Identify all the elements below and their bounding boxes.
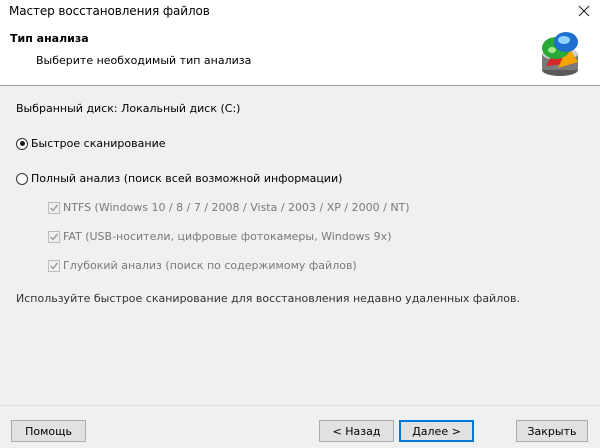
window-title: Мастер восстановления файлов [9,4,210,18]
checkbox-ntfs[interactable]: NTFS (Windows 10 / 8 / 7 / 2008 / Vista … [48,201,410,214]
title-bar: Мастер восстановления файлов [0,0,600,23]
selected-disk-label: Выбранный диск: Локальный диск (C:) [16,102,241,115]
radio-quick-scan[interactable]: Быстрое сканирование [16,137,165,150]
hint-text: Используйте быстрое сканирование для вос… [16,292,520,305]
checkmark-icon[interactable] [48,259,60,272]
checkbox-deep-analysis[interactable]: Глубокий анализ (поиск по содержимому фа… [48,259,357,272]
checkbox-label-ntfs: NTFS (Windows 10 / 8 / 7 / 2008 / Vista … [63,201,410,214]
wizard-content: Выбранный диск: Локальный диск (C:) Быст… [0,86,600,406]
page-heading: Тип анализа [10,32,89,45]
radio-full-analysis[interactable]: Полный анализ (поиск всей возможной инфо… [16,172,342,185]
close-icon[interactable] [576,3,592,19]
radio-button-selected[interactable] [16,137,28,150]
checkbox-label-deep-analysis: Глубокий анализ (поиск по содержимому фа… [63,259,357,272]
wizard-header: Тип анализа Выберите необходимый тип ана… [0,23,600,86]
recovery-wizard-window: Мастер восстановления файлов Тип анализа… [0,0,600,448]
radio-label-quick-scan: Быстрое сканирование [31,137,166,150]
footer-divider [0,405,600,406]
checkbox-label-fat: FAT (USB-носители, цифровые фотокамеры, … [63,230,392,243]
checkmark-icon[interactable] [48,201,60,214]
disk-recovery-logo-icon [538,28,582,78]
radio-label-full-analysis: Полный анализ (поиск всей возможной инфо… [31,172,343,185]
radio-button[interactable] [16,172,28,185]
next-button[interactable]: Далее > [399,420,474,442]
page-subheading: Выберите необходимый тип анализа [36,54,252,67]
help-button[interactable]: Помощь [11,420,86,442]
checkmark-icon[interactable] [48,230,60,243]
close-button[interactable]: Закрыть [516,420,588,442]
checkbox-fat[interactable]: FAT (USB-носители, цифровые фотокамеры, … [48,230,391,243]
back-button[interactable]: < Назад [319,420,394,442]
